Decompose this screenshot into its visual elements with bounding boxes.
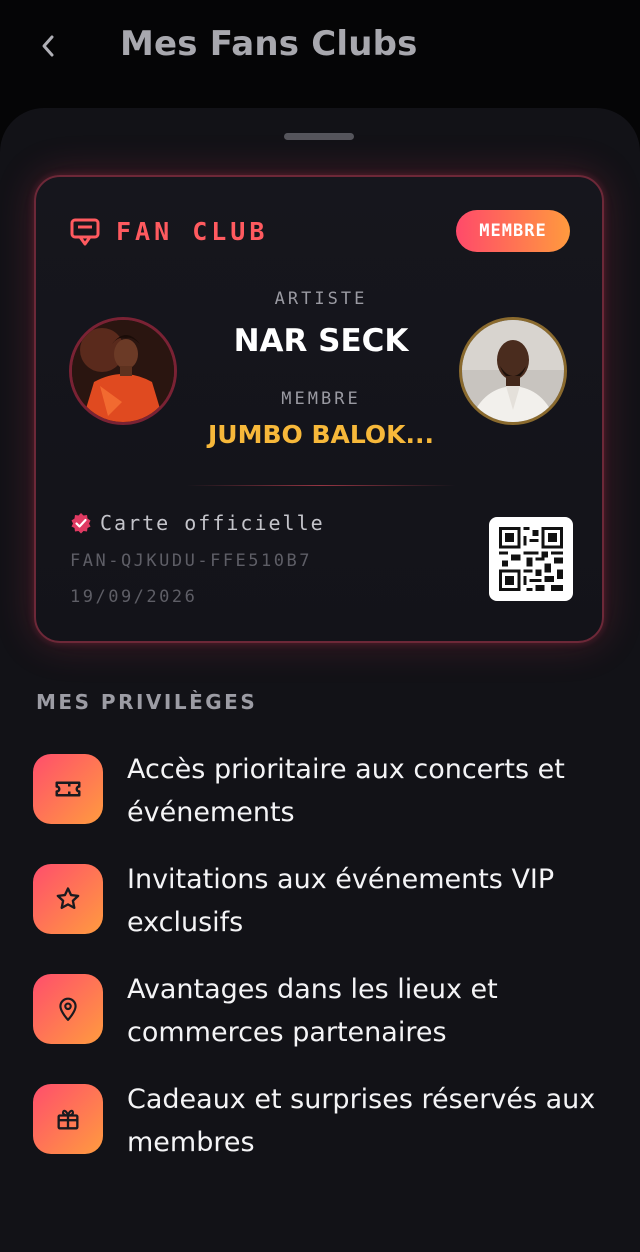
qr-code[interactable] xyxy=(489,517,573,601)
map-pin-icon xyxy=(59,997,77,1021)
privilege-text: Accès prioritaire aux concerts et événem… xyxy=(127,754,565,828)
card-code: FAN-QJKUDU-FFE510B7 xyxy=(70,551,312,571)
artist-avatar xyxy=(69,317,177,425)
membre-badge: MEMBRE xyxy=(456,210,570,252)
artist-name: NAR SECK xyxy=(233,323,409,359)
app-header: Mes Fans Clubs xyxy=(0,0,640,100)
card-divider xyxy=(186,485,456,486)
official-card-row: Carte officielle xyxy=(70,511,325,535)
sheet-drag-handle[interactable] xyxy=(284,133,354,140)
fan-club-heading: FAN CLUB xyxy=(70,217,268,246)
fan-club-label: FAN CLUB xyxy=(116,217,269,246)
privilege-icon-box xyxy=(33,974,103,1044)
privilege-text: Avantages dans les lieux et commerces pa… xyxy=(127,974,498,1048)
gift-icon xyxy=(57,1109,79,1130)
bottom-sheet: FAN CLUB MEMBRE ARTISTE NAR SECK MEMBRE … xyxy=(0,108,640,1252)
privilege-icon-box xyxy=(33,864,103,934)
chevron-left-icon xyxy=(42,35,54,57)
privilege-icon-box xyxy=(33,754,103,824)
page-title: Mes Fans Clubs xyxy=(120,24,418,64)
id-card-icon xyxy=(70,218,100,245)
member-label: MEMBRE xyxy=(281,389,361,409)
back-button[interactable] xyxy=(30,28,66,64)
privilege-text: Cadeaux et surprises réservés aux membre… xyxy=(127,1084,596,1158)
fan-club-card[interactable]: FAN CLUB MEMBRE ARTISTE NAR SECK MEMBRE … xyxy=(34,175,604,643)
verified-badge-icon xyxy=(71,513,91,534)
privilege-icon-box xyxy=(33,1084,103,1154)
ticket-icon xyxy=(55,781,81,797)
member-name: JUMBO BALOK... xyxy=(207,420,435,449)
privileges-title: MES PRIVILÈGES xyxy=(36,690,258,714)
card-date: 19/09/2026 xyxy=(70,587,198,607)
official-card-text: Carte officielle xyxy=(100,511,325,535)
artist-label: ARTISTE xyxy=(274,289,368,309)
privilege-text: Invitations aux événements VIP exclusifs xyxy=(127,864,555,938)
member-avatar xyxy=(459,317,567,425)
star-icon xyxy=(56,887,80,910)
qr-code-icon xyxy=(499,527,563,591)
